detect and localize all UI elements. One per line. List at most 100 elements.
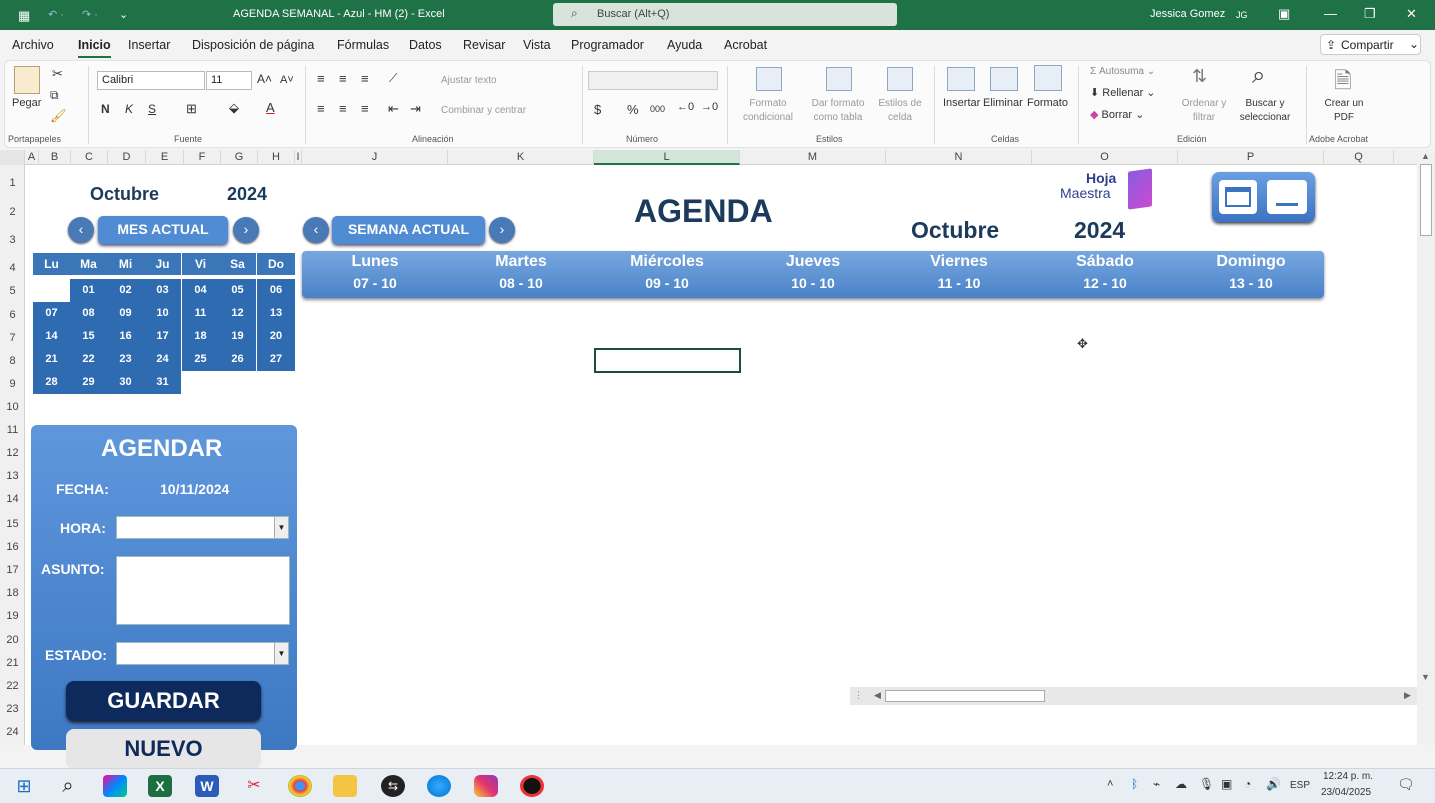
autosum-button[interactable]: Σ Autosuma ⌄ <box>1090 65 1155 79</box>
calendar-day[interactable]: 16 <box>107 325 144 348</box>
col-header[interactable]: B <box>39 150 71 165</box>
microphone-icon[interactable]: 🎙 <box>1199 777 1214 791</box>
horizontal-scrollbar[interactable]: ⋮ ◀ ▶ <box>850 687 1417 705</box>
estado-select[interactable]: ▼ <box>116 642 289 665</box>
display-icon[interactable]: ▣ <box>1221 777 1232 791</box>
clear-button[interactable]: ◆ Borrar ⌄ <box>1090 108 1144 121</box>
calendar-day[interactable]: 28 <box>33 371 70 394</box>
percent-button[interactable]: % <box>627 102 639 117</box>
col-header[interactable]: H <box>258 150 295 165</box>
share-button[interactable]: ⇪ Compartir ⌄ <box>1320 34 1421 55</box>
row-header[interactable]: 6 <box>0 309 25 321</box>
format-button[interactable]: Formato <box>1027 97 1068 109</box>
borders-icon[interactable]: ⊞ <box>186 101 197 117</box>
col-header[interactable]: Q <box>1324 150 1394 165</box>
scroll-left-icon[interactable]: ◀ <box>874 690 881 701</box>
row-header[interactable]: 5 <box>0 285 25 297</box>
clock-date[interactable]: 23/04/2025 <box>1321 787 1371 798</box>
font-color-icon[interactable]: A <box>266 100 275 115</box>
calendar-day[interactable]: 24 <box>144 348 181 371</box>
vertical-scroll-thumb[interactable] <box>1420 164 1432 236</box>
increase-indent-icon[interactable]: ⇥ <box>410 101 421 117</box>
sort-filter-button[interactable]: Ordenar y filtrar <box>1178 97 1230 125</box>
tab-archivo[interactable]: Archivo <box>12 38 54 52</box>
qat-dropdown-icon[interactable]: ⌄ <box>119 8 128 21</box>
next-month-button[interactable]: › <box>233 217 259 243</box>
paste-icon[interactable] <box>14 66 40 94</box>
align-middle-icon[interactable]: ≡ <box>339 71 347 86</box>
tab-programador[interactable]: Programador <box>571 38 644 52</box>
paste-label[interactable]: Pegar <box>12 97 41 109</box>
col-header[interactable]: N <box>886 150 1032 165</box>
delete-button[interactable]: Eliminar <box>983 97 1023 109</box>
tab-formulas[interactable]: Fórmulas <box>337 38 389 52</box>
taskbar-search-icon[interactable]: ⌕ <box>56 775 80 797</box>
row-header[interactable]: 2 <box>0 206 25 218</box>
wifi-icon[interactable]: ◔ <box>1244 777 1251 791</box>
calendar-day[interactable]: 18 <box>182 325 219 348</box>
row-header[interactable]: 1 <box>0 177 25 189</box>
fill-button[interactable]: ⬇ Rellenar ⌄ <box>1090 86 1156 99</box>
col-header[interactable]: J <box>302 150 448 165</box>
calendar-day[interactable]: 25 <box>182 348 219 371</box>
currency-button[interactable]: $ <box>594 102 601 117</box>
col-header[interactable]: C <box>71 150 108 165</box>
calendar-day[interactable]: 01 <box>70 279 107 302</box>
align-top-icon[interactable]: ≡ <box>317 71 325 86</box>
tab-insertar[interactable]: Insertar <box>128 38 170 52</box>
thousands-button[interactable]: 000 <box>650 104 665 114</box>
format-table-icon[interactable] <box>826 67 852 91</box>
calendar-day[interactable]: 13 <box>257 302 295 325</box>
calendar-day[interactable]: 27 <box>257 348 295 371</box>
format-painter-icon[interactable]: 🖌 <box>50 108 67 124</box>
sort-filter-icon[interactable]: ⇅ <box>1192 66 1207 87</box>
number-format-select[interactable] <box>588 71 718 90</box>
col-header[interactable]: F <box>184 150 221 165</box>
create-pdf-button[interactable]: Crear un PDF <box>1322 97 1366 125</box>
row-header[interactable]: 4 <box>0 262 25 274</box>
horizontal-scroll-thumb[interactable] <box>885 690 1045 702</box>
insert-cells-icon[interactable] <box>947 67 975 91</box>
row-header[interactable]: 13 <box>0 470 25 482</box>
nuevo-button[interactable]: NUEVO <box>66 729 261 769</box>
cell-styles-icon[interactable] <box>887 67 913 91</box>
calendar-day[interactable]: 04 <box>182 279 219 302</box>
calendar-day[interactable]: 02 <box>107 279 144 302</box>
splitter-handle-icon[interactable]: ⋮ <box>854 690 863 701</box>
app-record-icon[interactable] <box>520 775 544 797</box>
notifications-icon[interactable]: 🗨 <box>1397 776 1415 793</box>
row-header[interactable]: 12 <box>0 447 25 459</box>
restore-icon[interactable]: ❐ <box>1364 6 1376 22</box>
align-bottom-icon[interactable]: ≡ <box>361 71 369 86</box>
file-explorer-icon[interactable] <box>333 775 357 797</box>
italic-button[interactable]: K <box>125 102 133 116</box>
row-header[interactable]: 10 <box>0 401 25 413</box>
find-icon[interactable]: ⌕ <box>1252 62 1265 90</box>
col-header[interactable]: M <box>740 150 886 165</box>
row-header[interactable]: 7 <box>0 332 25 344</box>
row-header[interactable]: 20 <box>0 634 25 646</box>
snipping-tool-icon[interactable]: ✂ <box>242 775 266 797</box>
row-header[interactable]: 8 <box>0 355 25 367</box>
language-indicator[interactable]: ESP <box>1290 780 1310 791</box>
calendar-day[interactable]: 10 <box>144 302 181 325</box>
col-header[interactable]: E <box>146 150 184 165</box>
next-week-button[interactable]: › <box>489 217 515 243</box>
copilot-icon[interactable] <box>103 775 127 797</box>
row-header[interactable]: 19 <box>0 610 25 622</box>
row-header[interactable]: 11 <box>0 424 25 436</box>
format-cells-icon[interactable] <box>1034 65 1062 91</box>
align-right-icon[interactable]: ≡ <box>361 101 369 116</box>
col-header[interactable]: A <box>25 150 39 165</box>
grow-font-icon[interactable]: A˄ <box>257 72 272 86</box>
row-header[interactable]: 17 <box>0 564 25 576</box>
calendar-day[interactable]: 17 <box>144 325 181 348</box>
cell-styles-button[interactable]: Estilos de celda <box>874 97 926 125</box>
volume-icon[interactable]: 🔊 <box>1266 777 1281 791</box>
vertical-scrollbar[interactable]: ▲ ▼ <box>1417 150 1435 745</box>
col-header[interactable]: I <box>295 150 302 165</box>
decrease-decimal-icon[interactable]: →0 <box>701 101 718 113</box>
tab-datos[interactable]: Datos <box>409 38 442 52</box>
hora-select[interactable]: ▼ <box>116 516 289 539</box>
align-center-icon[interactable]: ≡ <box>339 101 347 116</box>
